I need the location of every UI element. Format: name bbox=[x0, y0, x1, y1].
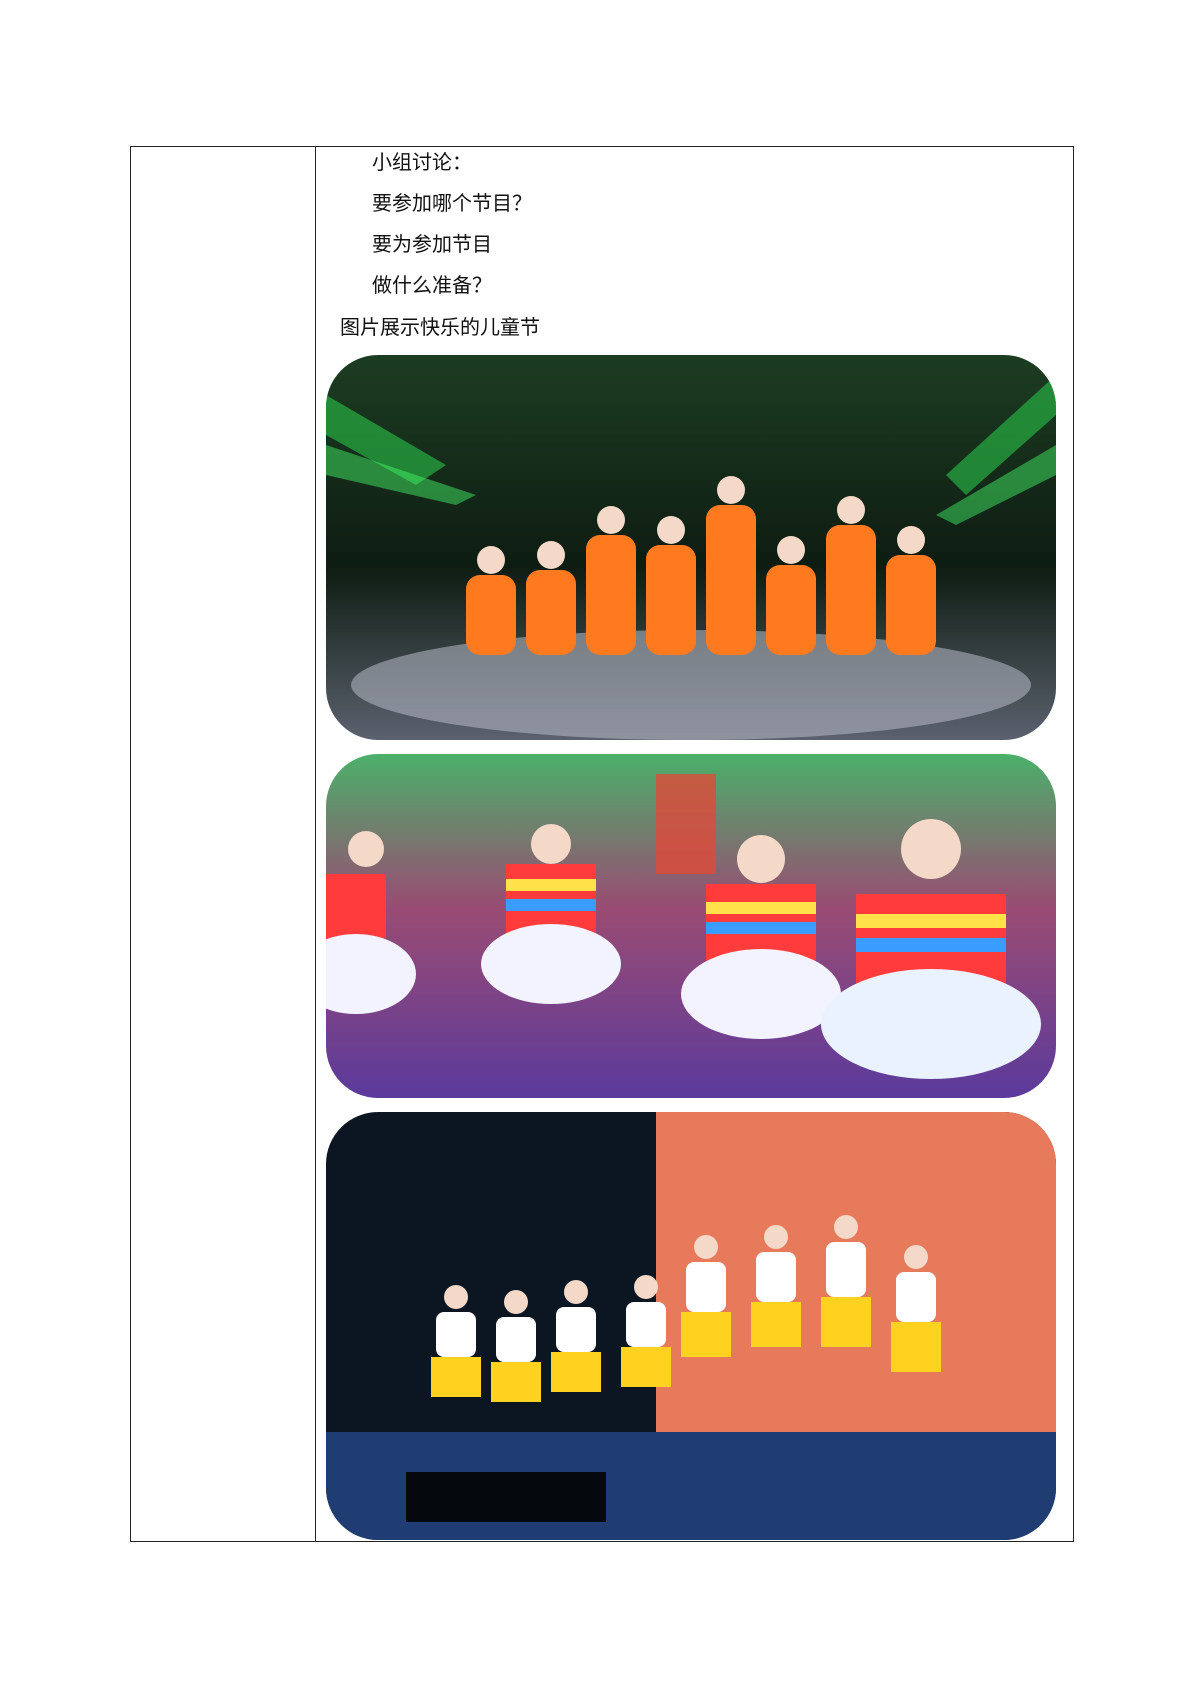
photo-caption: 图片展示快乐的儿童节 bbox=[340, 315, 540, 339]
discussion-question-1: 要参加哪个节目？ bbox=[372, 191, 532, 215]
children-dance-photo-3 bbox=[326, 1112, 1056, 1540]
children-dance-photo-2 bbox=[326, 754, 1056, 1098]
discussion-question-2: 要为参加节目 bbox=[372, 232, 492, 256]
discussion-question-3: 做什么准备？ bbox=[372, 273, 492, 297]
children-dance-photo-1 bbox=[326, 355, 1056, 740]
column-divider bbox=[315, 147, 316, 1541]
discussion-heading: 小组讨论： bbox=[372, 150, 472, 174]
